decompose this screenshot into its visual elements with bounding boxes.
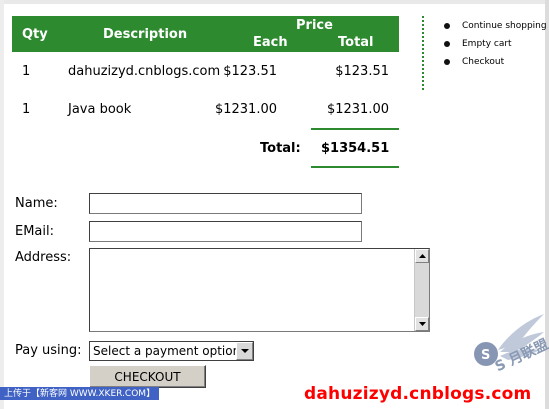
item-total-price: $1231.00 — [326, 102, 389, 117]
window-frame-top — [0, 0, 549, 4]
column-header-description: Description — [103, 27, 188, 42]
bullet-icon — [444, 59, 450, 65]
name-label: Name: — [15, 196, 58, 211]
column-header-total: Total — [338, 35, 374, 50]
arrow-down-icon — [419, 322, 426, 326]
column-header-price: Price — [296, 18, 333, 33]
svg-text:S: S — [481, 348, 490, 363]
item-description: dahuzizyd.cnblogs.com — [68, 64, 221, 79]
payment-option-select[interactable]: Select a payment option — [89, 341, 254, 361]
arrow-up-icon — [419, 254, 426, 258]
column-header-each: Each — [253, 35, 288, 50]
checkout-button[interactable]: CHECKOUT — [89, 365, 206, 388]
email-label: EMail: — [15, 224, 54, 239]
bullet-icon — [444, 23, 450, 29]
column-header-qty: Qty — [22, 27, 48, 42]
watermark-url: dahuzizyd.cnblogs.com — [304, 384, 532, 404]
scroll-up-button[interactable] — [415, 249, 429, 263]
side-menu-label[interactable]: Continue shopping — [462, 21, 547, 31]
table-row: 1 Java book $1231.00 $1231.00 — [12, 102, 399, 122]
dropdown-button[interactable] — [236, 342, 253, 360]
address-label: Address: — [15, 250, 72, 265]
side-menu-label[interactable]: Checkout — [462, 57, 504, 67]
watermark-upload-badge: 上传于【新客网 WWW.XKER.COM】 — [0, 387, 160, 400]
side-menu-divider — [422, 16, 424, 90]
address-field[interactable] — [90, 249, 414, 331]
cart-total-label: Total: — [260, 141, 301, 156]
address-field-container — [89, 248, 430, 332]
pay-using-label: Pay using: — [15, 343, 82, 358]
item-description: Java book — [68, 102, 132, 117]
side-menu-label[interactable]: Empty cart — [462, 39, 512, 49]
payment-option-value: Select a payment option — [93, 344, 241, 358]
chevron-down-icon — [241, 349, 249, 353]
table-row: 1 dahuzizyd.cnblogs.com $123.51 $123.51 — [12, 64, 399, 84]
email-field[interactable] — [89, 221, 362, 242]
cart-total-value: $1354.51 — [321, 141, 390, 156]
item-total-price: $123.51 — [335, 64, 389, 79]
item-qty: 1 — [22, 64, 31, 79]
address-scrollbar[interactable] — [414, 249, 429, 331]
name-field[interactable] — [89, 193, 362, 214]
scroll-down-button[interactable] — [415, 317, 429, 331]
item-each-price: $1231.00 — [214, 102, 277, 117]
total-divider-bottom — [311, 166, 399, 168]
item-qty: 1 — [22, 102, 31, 117]
window-frame-left — [0, 0, 4, 409]
bullet-icon — [444, 41, 450, 47]
cart-table-header: Qty Description Price Each Total — [12, 16, 399, 52]
item-each-price: $123.51 — [223, 64, 277, 79]
total-divider-top — [311, 128, 399, 130]
